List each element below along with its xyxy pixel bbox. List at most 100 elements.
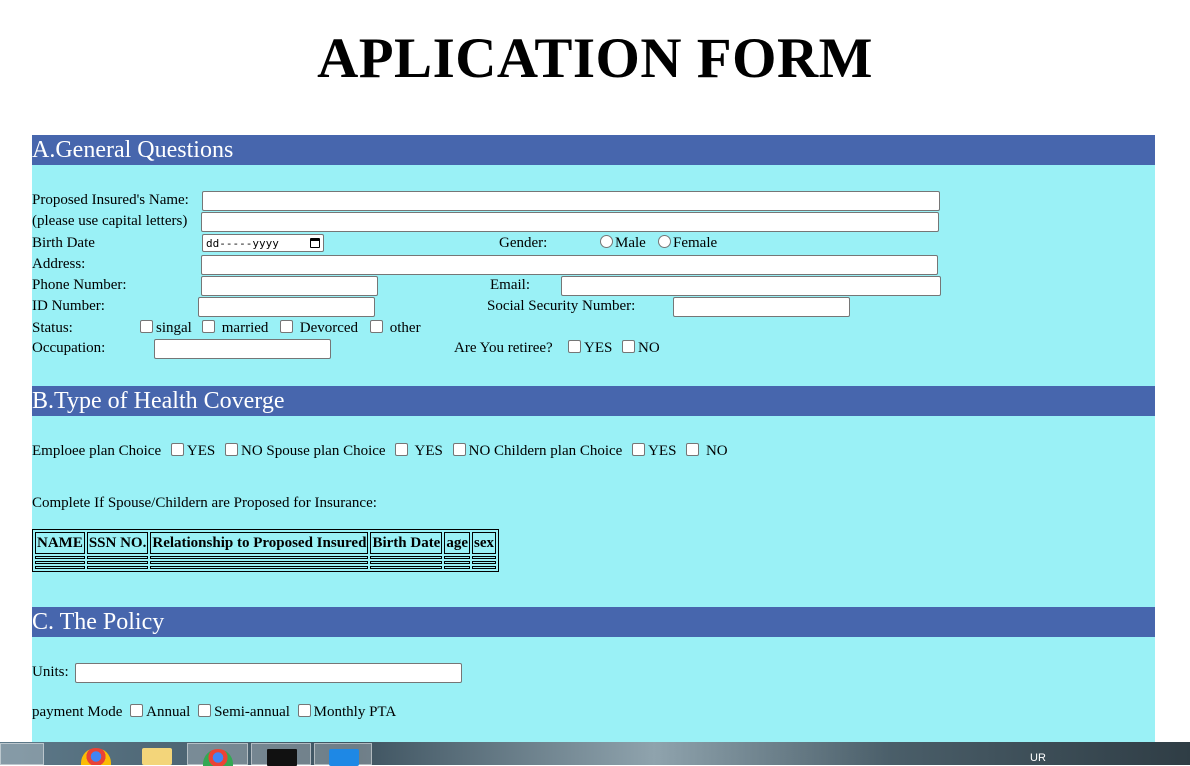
- retiree-yes-option[interactable]: YES: [568, 340, 612, 357]
- female-label: Female: [673, 235, 718, 251]
- retiree-no-checkbox[interactable]: [622, 340, 635, 353]
- table-row: [35, 566, 497, 569]
- name-label: Proposed Insured's Name:: [32, 192, 189, 208]
- table-cell[interactable]: [370, 566, 443, 569]
- annual-checkbox[interactable]: [130, 704, 144, 717]
- divorced-label: Devorced: [299, 320, 359, 336]
- chrome-active-icon: [203, 749, 233, 766]
- employee-yes-label: YES: [186, 443, 216, 459]
- email-input[interactable]: [561, 276, 941, 296]
- gender-female-option[interactable]: Female: [658, 235, 717, 252]
- table-cell[interactable]: [150, 556, 369, 559]
- children-yes-checkbox[interactable]: [632, 443, 646, 456]
- table-cell[interactable]: [444, 566, 471, 569]
- address-input[interactable]: [201, 255, 938, 275]
- table-cell[interactable]: [444, 561, 471, 564]
- taskbar: [0, 742, 1190, 766]
- single-checkbox[interactable]: [140, 320, 153, 333]
- children-no-checkbox[interactable]: [686, 443, 700, 456]
- spouse-no-label: NO: [468, 443, 491, 459]
- table-cell[interactable]: [35, 566, 85, 569]
- occupation-input[interactable]: [154, 339, 331, 359]
- table-cell[interactable]: [35, 561, 85, 564]
- status-divorced-option[interactable]: Devorced: [280, 320, 358, 337]
- retiree-yes-checkbox[interactable]: [568, 340, 581, 353]
- table-cell[interactable]: [150, 561, 369, 564]
- table-cell[interactable]: [472, 566, 497, 569]
- male-label: Male: [615, 235, 646, 251]
- single-label: singal: [156, 320, 192, 336]
- retiree-yes-label: YES: [584, 340, 613, 356]
- folder-icon[interactable]: [142, 748, 172, 765]
- employee-no-checkbox[interactable]: [224, 443, 238, 456]
- payment-mode-row: payment Mode Annual Semi-annual Monthly …: [32, 704, 396, 721]
- dependents-table: NAME SSN NO. Relationship to Proposed In…: [32, 529, 500, 572]
- semi-annual-label: Semi-annual: [214, 704, 290, 720]
- female-radio[interactable]: [658, 235, 671, 248]
- table-row: [35, 556, 497, 559]
- ssn-input[interactable]: [673, 297, 850, 317]
- payment-mode-label: payment Mode: [32, 704, 123, 720]
- col-name: NAME: [35, 532, 85, 554]
- married-checkbox[interactable]: [202, 320, 215, 333]
- table-cell[interactable]: [35, 556, 85, 559]
- plan-choice-row: Emploee plan Choice YES NO Spouse plan C…: [32, 443, 728, 460]
- table-cell[interactable]: [472, 561, 497, 564]
- status-other-option[interactable]: other: [370, 320, 421, 337]
- semi-annual-checkbox[interactable]: [198, 704, 212, 717]
- table-cell[interactable]: [86, 556, 149, 559]
- date-placeholder: dd-----yyyy: [206, 237, 279, 250]
- status-single-option[interactable]: singal: [140, 320, 192, 337]
- children-no-label: NO: [705, 443, 728, 459]
- divorced-checkbox[interactable]: [280, 320, 293, 333]
- id-input[interactable]: [198, 297, 375, 317]
- retiree-no-label: NO: [638, 340, 660, 356]
- table-cell[interactable]: [150, 566, 369, 569]
- section-c-heading: C. The Policy: [32, 607, 1155, 637]
- birth-date-input[interactable]: dd-----yyyy: [202, 234, 324, 252]
- table-cell[interactable]: [86, 561, 149, 564]
- employee-yes-checkbox[interactable]: [170, 443, 184, 456]
- table-cell[interactable]: [370, 556, 443, 559]
- section-b-heading: B.Type of Health Coverge: [32, 386, 1155, 416]
- table-cell[interactable]: [472, 556, 497, 559]
- spouse-no-checkbox[interactable]: [452, 443, 466, 456]
- status-married-option[interactable]: married: [202, 320, 268, 337]
- col-relationship: Relationship to Proposed Insured: [150, 532, 369, 554]
- occupation-label: Occupation:: [32, 340, 106, 356]
- units-label: Units:: [32, 664, 69, 680]
- table-cell[interactable]: [444, 556, 471, 559]
- gender-male-option[interactable]: Male: [600, 235, 646, 252]
- retiree-label: Are You retiree?: [454, 340, 553, 356]
- children-yes-label: YES: [648, 443, 677, 459]
- male-radio[interactable]: [600, 235, 613, 248]
- section-a-heading: A.General Questions: [32, 135, 1155, 165]
- other-checkbox[interactable]: [370, 320, 383, 333]
- col-sex: sex: [472, 532, 497, 554]
- ssn-label: Social Security Number:: [487, 298, 636, 314]
- taskbar-vscode-button[interactable]: [314, 743, 372, 766]
- table-cell[interactable]: [370, 561, 443, 564]
- taskbar-cmd-button[interactable]: [251, 743, 311, 766]
- spouse-yes-checkbox[interactable]: [395, 443, 409, 456]
- taskbar-chrome-button[interactable]: [187, 743, 248, 766]
- terminal-icon: [267, 749, 297, 766]
- vscode-icon: [329, 749, 359, 766]
- units-input[interactable]: [75, 663, 462, 683]
- language-indicator[interactable]: UR: [1030, 752, 1046, 764]
- chrome-icon[interactable]: [81, 748, 111, 765]
- col-age: age: [444, 532, 471, 554]
- calendar-icon[interactable]: [310, 238, 320, 248]
- start-button[interactable]: [0, 743, 44, 765]
- email-label: Email:: [490, 277, 530, 293]
- table-cell[interactable]: [86, 566, 149, 569]
- name-input-2[interactable]: [201, 212, 939, 232]
- employee-plan-label: Emploee plan Choice: [32, 443, 162, 459]
- birth-date-label: Birth Date: [32, 235, 95, 251]
- phone-input[interactable]: [201, 276, 378, 296]
- retiree-no-option[interactable]: NO: [622, 340, 660, 357]
- name-input[interactable]: [202, 191, 940, 211]
- spouse-yes-label: YES: [414, 443, 443, 459]
- annual-label: Annual: [146, 704, 191, 720]
- monthly-pta-checkbox[interactable]: [297, 704, 311, 717]
